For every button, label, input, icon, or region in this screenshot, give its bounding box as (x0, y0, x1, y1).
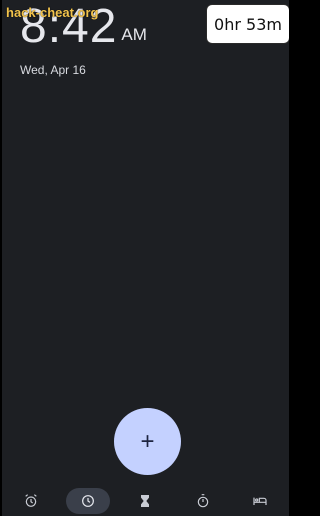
alarm-icon (24, 494, 37, 507)
am-pm-text: AM (121, 25, 147, 44)
duration-label: 0hr 53m (214, 14, 282, 34)
plus-icon: + (140, 427, 155, 455)
nav-bedtime[interactable] (238, 488, 282, 514)
nav-timer[interactable] (123, 488, 167, 514)
phone-frame: 8:42 AM hack-cheat.org Wed, Apr 16 0hr 5… (0, 0, 292, 516)
add-city-button[interactable]: + (114, 408, 181, 475)
bed-icon (253, 497, 267, 505)
bottom-navigation (2, 486, 289, 516)
nav-alarm[interactable] (9, 488, 53, 514)
duration-overlay: 0hr 53m (206, 4, 289, 44)
hourglass-icon (141, 495, 150, 507)
stopwatch-icon (197, 494, 209, 508)
date-text: Wed, Apr 16 (20, 63, 86, 77)
nav-clock[interactable] (66, 488, 111, 514)
watermark-text: hack-cheat.org (6, 5, 99, 20)
clock-icon (82, 495, 95, 507)
nav-stopwatch[interactable] (181, 488, 225, 514)
clock-app-screen: 8:42 AM hack-cheat.org Wed, Apr 16 0hr 5… (2, 0, 289, 516)
